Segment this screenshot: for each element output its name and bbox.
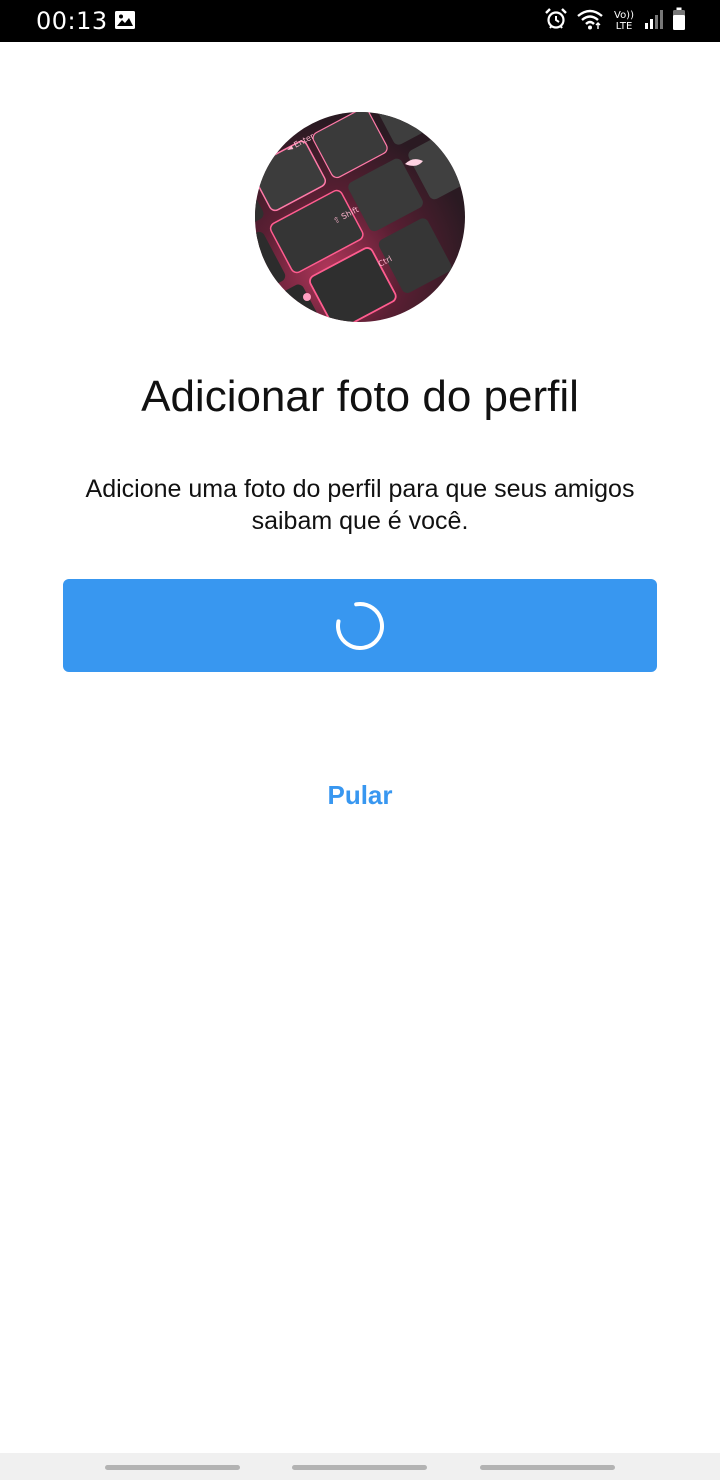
wifi-icon <box>576 7 604 36</box>
add-photo-button[interactable] <box>63 579 657 672</box>
volte-label-bottom: LTE <box>615 21 633 32</box>
status-time: 00:13 <box>36 7 108 35</box>
keyboard-photo-icon: ◄ Enter ⇧ Shift Ctrl <box>255 112 465 322</box>
navigation-bar <box>0 1453 720 1480</box>
status-bar: 00:13 Vo)) LTE <box>0 0 720 42</box>
nav-home-button[interactable] <box>292 1465 427 1470</box>
page-description: Adicione uma foto do perfil para que seu… <box>85 475 635 535</box>
nav-back-button[interactable] <box>480 1465 615 1470</box>
profile-photo-avatar[interactable]: ◄ Enter ⇧ Shift Ctrl <box>255 112 465 322</box>
volte-label-top: Vo)) <box>614 10 634 21</box>
gallery-icon <box>114 10 136 35</box>
signal-icon <box>644 8 664 35</box>
loading-spinner-icon <box>334 600 386 652</box>
nav-recents-button[interactable] <box>105 1465 240 1470</box>
alarm-icon <box>544 7 568 36</box>
battery-icon <box>672 7 686 36</box>
page-title: Adicionar foto do perfil <box>141 372 579 421</box>
status-icons: Vo)) LTE <box>536 6 686 36</box>
volte-icon: Vo)) LTE <box>612 10 636 32</box>
skip-button[interactable]: Pular <box>260 770 460 818</box>
